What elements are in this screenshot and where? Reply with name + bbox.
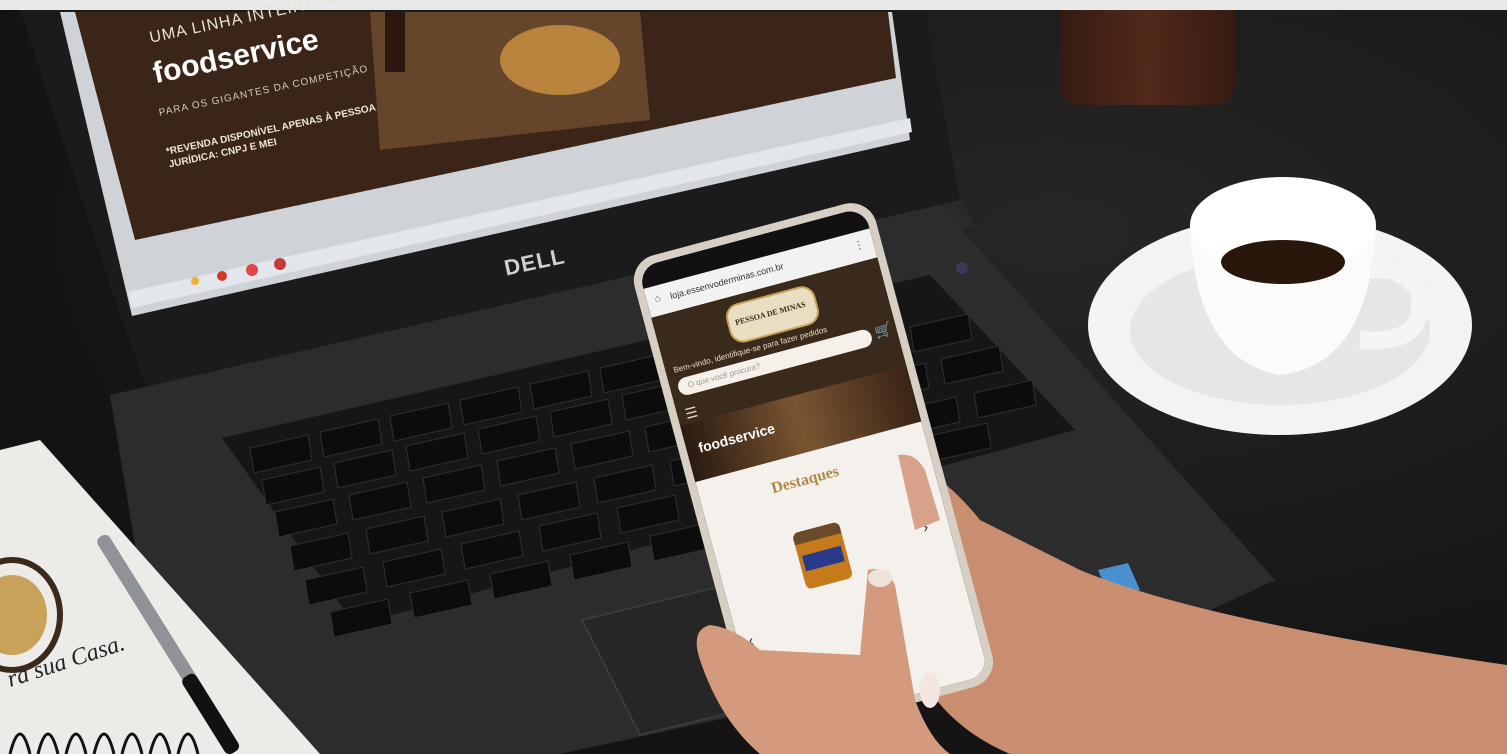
hand-foreground	[696, 454, 950, 754]
left-hand	[696, 569, 950, 754]
fingernail	[920, 672, 940, 708]
thumb	[898, 454, 940, 530]
fingernail	[868, 569, 892, 587]
photo-scene: UMA LINHA INTEIRA DE foodservice PARA OS…	[0, 0, 1507, 754]
